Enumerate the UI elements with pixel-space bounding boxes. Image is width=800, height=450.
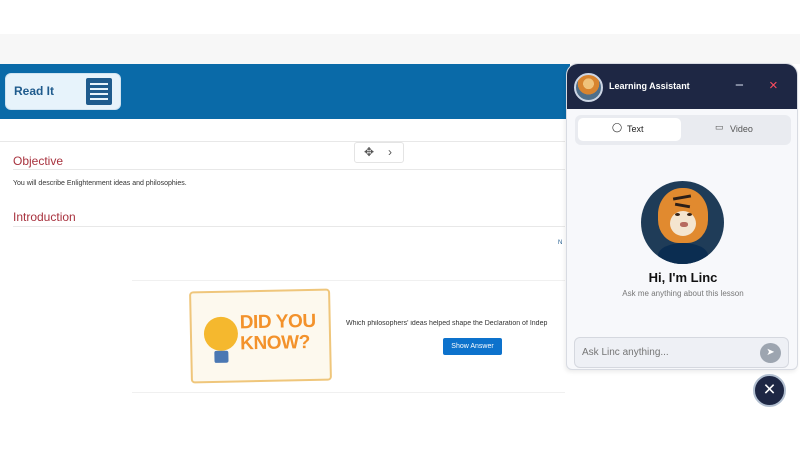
tab-text-label: Text (627, 124, 644, 134)
lesson-page: Read It Objective You will describe Enli… (0, 0, 800, 450)
tab-video[interactable]: ▭ Video (683, 118, 788, 141)
show-answer-button[interactable]: Show Answer (443, 338, 502, 355)
document-lines-icon (86, 78, 112, 105)
tiger-avatar-small (574, 73, 603, 102)
did-you-know-card: DID YOU KNOW? (189, 288, 332, 384)
introduction-rule (13, 226, 565, 227)
assistant-mode-tabs: ◯ Text ▭ Video (575, 115, 791, 145)
objective-title: Objective (13, 154, 64, 168)
tiger-eye (687, 213, 692, 216)
content-toolbar: ✥ › (354, 142, 404, 163)
tiger-nose (680, 222, 688, 227)
send-icon[interactable]: ➤ (760, 343, 781, 363)
objective-text: You will describe Enlightenment ideas an… (13, 180, 187, 187)
truncated-link[interactable]: N (558, 240, 562, 246)
chat-input[interactable] (574, 337, 789, 368)
callout-top-rule (132, 280, 565, 281)
move-icon[interactable]: ✥ (364, 145, 374, 159)
objective-top-rule (0, 141, 565, 142)
assistant-subgreeting: Ask me anything about this lesson (622, 289, 744, 298)
minimize-icon[interactable]: − (735, 77, 744, 94)
introduction-title: Introduction (13, 210, 76, 224)
tiger-shirt (658, 243, 708, 264)
floating-close-button[interactable]: × (753, 374, 786, 407)
assistant-header: Learning Assistant − × (567, 64, 797, 109)
assistant-title: Learning Assistant (609, 81, 690, 91)
learning-assistant-panel: Learning Assistant − × ◯ Text ▭ Video Hi (566, 63, 798, 370)
video-icon: ▭ (715, 122, 724, 132)
chat-icon: ◯ (612, 122, 623, 132)
close-icon[interactable]: × (769, 77, 778, 94)
tab-video-label: Video (730, 124, 753, 134)
read-it-label: Read It (14, 84, 55, 98)
callout-bottom-rule (132, 392, 565, 393)
chevron-right-icon[interactable]: › (388, 145, 392, 159)
did-you-know-text: DID YOU KNOW? (239, 310, 316, 355)
top-strip (0, 34, 800, 64)
objective-rule (13, 169, 565, 170)
question-text: Which philosophers' ideas helped shape t… (346, 320, 548, 327)
read-it-card[interactable]: Read It (6, 74, 120, 109)
lightbulb-icon (203, 316, 239, 352)
tab-text[interactable]: ◯ Text (578, 118, 681, 141)
assistant-greeting: Hi, I'm Linc (648, 270, 718, 285)
tiger-avatar (641, 181, 724, 264)
lightbulb-base (214, 350, 229, 363)
tiger-eye (675, 213, 680, 216)
